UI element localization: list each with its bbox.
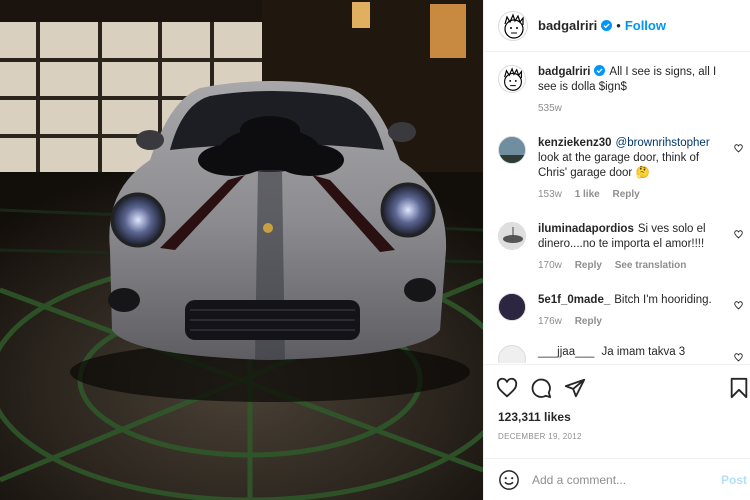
caption-row: badgalriri All I see is signs, all I see …: [484, 65, 750, 116]
verified-badge-icon: [594, 65, 606, 76]
action-bar: [484, 364, 750, 410]
comment-row: ___jjaa___ Ja imam takva 3: [484, 345, 750, 363]
comment-time[interactable]: 170w: [538, 260, 562, 271]
comment-body: 5e1f_0made_ Bitch I'm hooriding. 176w Rep…: [538, 293, 725, 329]
emoji-icon[interactable]: [498, 469, 520, 491]
post-date[interactable]: DECEMBER 19, 2012: [498, 432, 582, 441]
car-photo: [0, 0, 483, 500]
comment-like-heart-icon[interactable]: [734, 353, 743, 362]
follow-button[interactable]: Follow: [625, 18, 666, 33]
comment-row: kenziekenz30 @brownrihstopher look at the…: [484, 136, 750, 202]
reply-button[interactable]: Reply: [575, 316, 602, 327]
comment-like-heart-icon[interactable]: [734, 144, 743, 153]
comment-time[interactable]: 153w: [538, 189, 562, 200]
comment-likes[interactable]: 1 like: [575, 189, 600, 200]
add-comment-bar: Post: [484, 458, 750, 500]
comment-icon[interactable]: [530, 377, 552, 399]
sky-avatar-icon: [499, 137, 525, 163]
photo-avatar-icon: [499, 223, 525, 249]
comment-mention[interactable]: @brownrihstopher: [616, 137, 710, 149]
post-header: badgalriri • Follow: [484, 0, 750, 52]
comment-body: iluminadapordios Si ves solo el dinero...…: [538, 222, 725, 273]
post-photo[interactable]: [0, 0, 483, 500]
see-translation-button[interactable]: See translation: [615, 260, 687, 271]
avatar[interactable]: [498, 345, 526, 363]
doodle-avatar-icon: [504, 67, 522, 91]
comment-input[interactable]: [532, 472, 712, 487]
send-icon[interactable]: [564, 377, 586, 399]
comment-like-heart-icon[interactable]: [734, 230, 743, 239]
comment-username[interactable]: iluminadapordios: [538, 223, 634, 235]
dark-avatar-icon: [499, 294, 525, 320]
comment-time[interactable]: 176w: [538, 316, 562, 327]
comment-username[interactable]: ___jjaa___: [538, 346, 594, 358]
comment-row: iluminadapordios Si ves solo el dinero...…: [484, 222, 750, 273]
caption-time[interactable]: 535w: [538, 103, 562, 114]
reply-button[interactable]: Reply: [575, 260, 602, 271]
comment-text: Ja imam takva 3: [601, 346, 686, 358]
avatar[interactable]: [498, 10, 528, 41]
avatar[interactable]: [498, 65, 526, 93]
reply-button[interactable]: Reply: [613, 189, 640, 200]
header-username[interactable]: badgalriri: [538, 18, 597, 33]
likes-count[interactable]: 123,311 likes: [498, 410, 571, 424]
bookmark-icon[interactable]: [728, 377, 750, 399]
avatar[interactable]: [498, 222, 526, 250]
avatar[interactable]: [498, 293, 526, 321]
post-sidebar: badgalriri • Follow badgalriri All I see…: [483, 0, 750, 500]
comment-body: kenziekenz30 @brownrihstopher look at the…: [538, 136, 725, 202]
post-button[interactable]: Post: [721, 473, 747, 487]
comment-username[interactable]: kenziekenz30: [538, 137, 612, 149]
verified-badge-icon: [601, 20, 613, 31]
comments-list[interactable]: badgalriri All I see is signs, all I see …: [484, 53, 750, 363]
avatar[interactable]: [498, 136, 526, 164]
separator-dot: •: [616, 18, 621, 33]
comment-username[interactable]: 5e1f_0made_: [538, 294, 610, 306]
comment-body: ___jjaa___ Ja imam takva 3: [538, 345, 725, 363]
comment-text: Bitch I'm hooriding.: [614, 294, 712, 306]
caption-body: badgalriri All I see is signs, all I see …: [538, 65, 725, 116]
comment-row: 5e1f_0made_ Bitch I'm hooriding. 176w Rep…: [484, 293, 750, 329]
caption-username[interactable]: badgalriri: [538, 66, 590, 78]
doodle-avatar-icon: [504, 12, 524, 39]
heart-icon[interactable]: [496, 377, 518, 399]
comment-text: look at the garage door, think of Chris'…: [538, 152, 700, 179]
comment-like-heart-icon[interactable]: [734, 301, 743, 310]
